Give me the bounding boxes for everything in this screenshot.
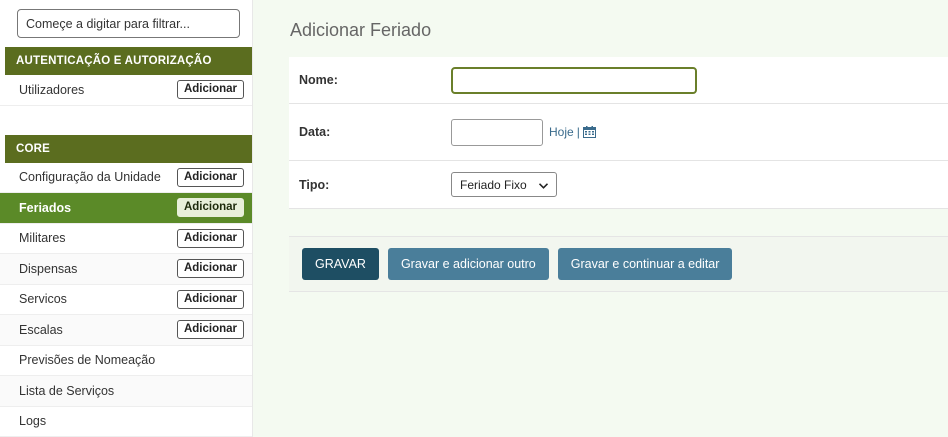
- sidebar: Autenticação e Autorização Utilizadores …: [0, 0, 253, 437]
- sidebar-item-dispensas[interactable]: Dispensas Adicionar: [0, 254, 252, 285]
- sidebar-item-label[interactable]: Escalas: [19, 323, 63, 337]
- sidebar-item-label[interactable]: Logs: [19, 414, 46, 428]
- data-label: Data:: [299, 125, 331, 139]
- add-feriado-button[interactable]: Adicionar: [176, 198, 244, 218]
- feriado-form: Nome: Data: Hoje | Tipo: Feriado Fixo: [289, 57, 948, 209]
- main-content: Adicionar Feriado Nome: Data: Hoje | Tip…: [254, 0, 948, 437]
- sidebar-item-label[interactable]: Configuração da Unidade: [19, 170, 161, 184]
- save-and-continue-button[interactable]: Gravar e continuar a editar: [557, 248, 733, 280]
- submit-row: GRAVAR Gravar e adicionar outro Gravar e…: [289, 236, 948, 292]
- sidebar-item-label[interactable]: Feriados: [19, 201, 71, 215]
- sidebar-item-escalas[interactable]: Escalas Adicionar: [0, 315, 252, 346]
- sidebar-item-label[interactable]: Dispensas: [19, 262, 77, 276]
- tipo-label: Tipo:: [299, 177, 330, 192]
- hoje-link[interactable]: Hoje: [549, 125, 574, 139]
- sidebar-item-label[interactable]: Militares: [19, 231, 66, 245]
- tipo-select-value: Feriado Fixo: [460, 177, 527, 192]
- date-shortcut-separator: |: [576, 125, 580, 139]
- add-militar-button[interactable]: Adicionar: [176, 228, 244, 248]
- data-input[interactable]: [451, 118, 543, 146]
- sidebar-item-lista-servicos[interactable]: Lista de Serviços: [0, 376, 252, 407]
- chevron-down-icon: [538, 178, 548, 192]
- add-escala-button[interactable]: Adicionar: [176, 320, 244, 340]
- add-utilizador-button[interactable]: Adicionar: [176, 80, 244, 100]
- add-servico-button[interactable]: Adicionar: [176, 289, 244, 309]
- date-shortcuts: Hoje |: [549, 125, 596, 139]
- save-button[interactable]: GRAVAR: [302, 248, 379, 280]
- sidebar-item-feriados[interactable]: Feriados Adicionar: [0, 193, 252, 224]
- tipo-select[interactable]: Feriado Fixo: [451, 172, 557, 197]
- module-caption-auth[interactable]: Autenticação e Autorização: [5, 47, 252, 75]
- sidebar-item-label[interactable]: Lista de Serviços: [19, 384, 114, 398]
- sidebar-item-label[interactable]: Utilizadores: [19, 83, 84, 97]
- nome-input[interactable]: [451, 66, 697, 94]
- add-configuracao-button[interactable]: Adicionar: [176, 167, 244, 187]
- nome-label: Nome:: [299, 73, 338, 87]
- sidebar-item-militares[interactable]: Militares Adicionar: [0, 224, 252, 254]
- sidebar-item-servicos[interactable]: Servicos Adicionar: [0, 285, 252, 315]
- sidebar-item-label[interactable]: Previsões de Nomeação: [19, 353, 155, 367]
- sidebar-item-logs[interactable]: Logs: [0, 407, 252, 437]
- sidebar-item-label[interactable]: Servicos: [19, 292, 67, 306]
- calendar-icon[interactable]: [582, 126, 596, 138]
- filter-wrap: [0, 0, 252, 47]
- sidebar-item-previsoes[interactable]: Previsões de Nomeação: [0, 346, 252, 376]
- form-row-data: Data: Hoje |: [289, 104, 948, 161]
- sidebar-item-configuracao[interactable]: Configuração da Unidade Adicionar: [0, 163, 252, 193]
- module-caption-core[interactable]: Core: [5, 134, 252, 163]
- save-and-add-another-button[interactable]: Gravar e adicionar outro: [387, 248, 549, 280]
- page-title: Adicionar Feriado: [290, 20, 432, 40]
- form-row-nome: Nome:: [289, 57, 948, 104]
- sidebar-item-utilizadores[interactable]: Utilizadores Adicionar: [0, 75, 252, 106]
- nav-filter-input[interactable]: [17, 9, 240, 38]
- add-dispensa-button[interactable]: Adicionar: [176, 259, 244, 279]
- form-row-tipo: Tipo: Feriado Fixo: [289, 161, 948, 209]
